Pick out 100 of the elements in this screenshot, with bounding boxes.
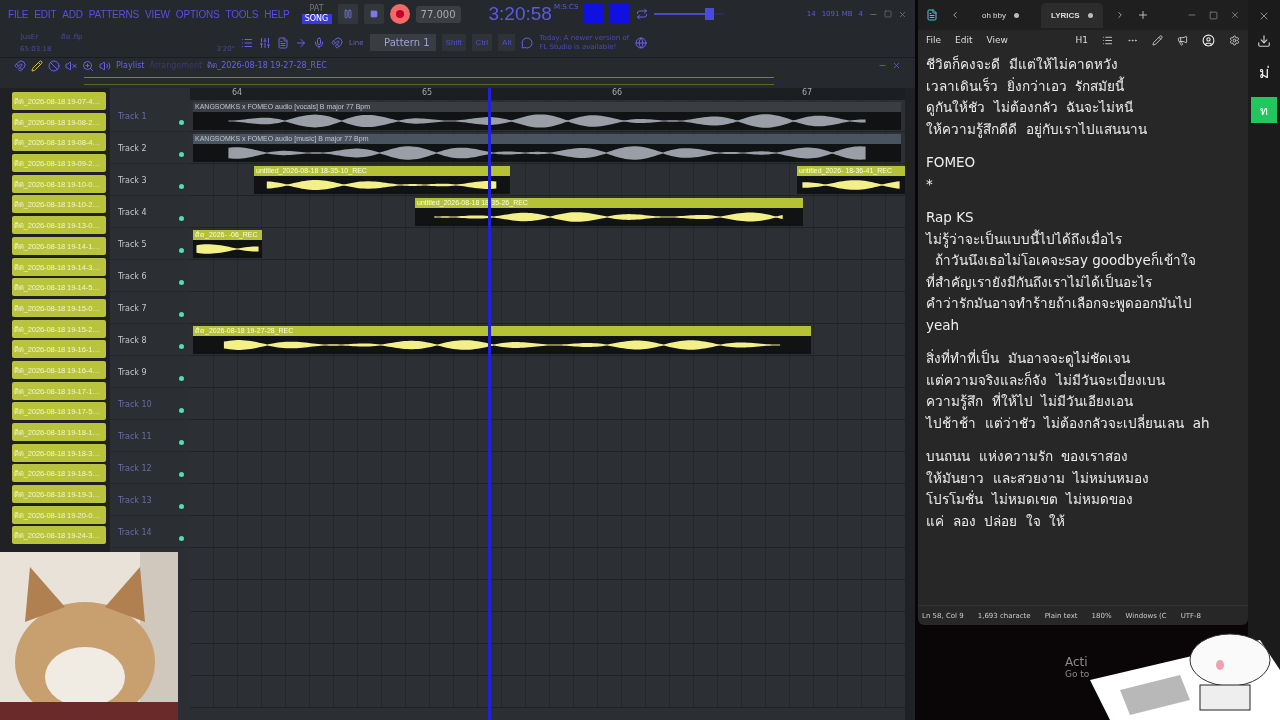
track-dot[interactable]	[179, 344, 184, 349]
menu-item[interactable]: VIEW	[145, 8, 170, 20]
track-label[interactable]: Track 12	[118, 464, 152, 473]
menu-item[interactable]: TOOLS	[225, 8, 259, 20]
menu-item[interactable]: HELP	[264, 8, 290, 20]
track-label[interactable]: Track 13	[118, 496, 152, 505]
track-dot[interactable]	[179, 312, 184, 317]
track-lane[interactable]	[190, 420, 905, 452]
new-tab-icon[interactable]	[1136, 9, 1149, 21]
timeline-ruler[interactable]: 64 65 66 67	[190, 88, 905, 100]
track-label[interactable]: Track 7	[118, 304, 147, 313]
microphone-icon[interactable]	[313, 36, 325, 49]
track-label[interactable]: Track 5	[118, 240, 147, 249]
menu-item[interactable]: EDIT	[34, 8, 57, 20]
track-label[interactable]: Track 2	[118, 144, 147, 153]
track-lane[interactable]	[190, 548, 905, 580]
track-label[interactable]: Track 6	[118, 272, 147, 281]
track-label[interactable]: Track 9	[118, 368, 147, 377]
track-dot[interactable]	[179, 216, 184, 221]
close-icon[interactable]	[1258, 10, 1270, 22]
track-dot[interactable]	[179, 376, 184, 381]
stop-button[interactable]	[363, 4, 384, 25]
settings-icon[interactable]	[1229, 34, 1240, 46]
magnet-icon[interactable]	[331, 36, 343, 49]
track-dot[interactable]	[179, 120, 184, 125]
mixer-icon[interactable]	[259, 36, 271, 49]
track-lane[interactable]	[190, 580, 905, 612]
volume-slider[interactable]	[654, 8, 725, 21]
track-dot[interactable]	[179, 280, 184, 285]
close-icon[interactable]	[892, 61, 901, 70]
modifier-button[interactable]: Shift	[441, 34, 466, 52]
pen-icon[interactable]	[1152, 34, 1163, 46]
track-label[interactable]: Track 1	[118, 112, 147, 121]
track-dot[interactable]	[179, 184, 184, 189]
maximize-icon[interactable]	[884, 10, 892, 19]
speaker-icon[interactable]	[99, 59, 111, 72]
track-dot[interactable]	[179, 440, 184, 445]
lyric-line: ให้มันยาว และสวยงาม ไม่หม่นหมอง	[926, 468, 1151, 488]
track-label[interactable]: Track 8	[118, 336, 147, 345]
menu-item[interactable]: ADD	[62, 8, 83, 20]
close-icon[interactable]	[1230, 10, 1240, 20]
record-button[interactable]	[389, 4, 410, 25]
zoom-icon[interactable]	[82, 59, 94, 72]
track-dot[interactable]	[179, 504, 184, 509]
close-icon[interactable]	[898, 9, 907, 19]
menu-item[interactable]: OPTIONS	[175, 8, 220, 20]
action-button[interactable]: ท	[1251, 97, 1277, 123]
list-icon[interactable]	[1102, 34, 1113, 46]
megaphone-icon[interactable]	[1177, 34, 1188, 46]
menu-item[interactable]: PATTERNS	[88, 8, 140, 20]
track-lane[interactable]	[190, 484, 905, 516]
menu-item[interactable]: Edit	[955, 35, 973, 45]
track-lane[interactable]	[190, 516, 905, 548]
track-dot[interactable]	[179, 472, 184, 477]
track-label[interactable]: Track 3	[118, 176, 147, 185]
arrangement-label[interactable]: Arrangement	[149, 61, 203, 70]
download-icon[interactable]	[1257, 34, 1271, 48]
mode-toggle[interactable]: PAT	[301, 4, 332, 15]
notepad-tab[interactable]: oh bby	[972, 2, 1030, 28]
track-dot[interactable]	[179, 536, 184, 541]
menu-item[interactable]: View	[986, 35, 1008, 45]
scroll-left-icon[interactable]	[950, 10, 960, 20]
track-dot[interactable]	[179, 152, 184, 157]
loop-icon[interactable]	[636, 8, 649, 21]
track-lane[interactable]	[190, 356, 905, 388]
modifier-button[interactable]: Alt	[498, 34, 516, 52]
pause-button[interactable]	[337, 4, 358, 25]
pattern-select[interactable]: Pattern 1	[369, 34, 436, 52]
menu-item[interactable]: FILE	[8, 8, 29, 20]
track-label[interactable]: Track 14	[118, 528, 152, 537]
modifier-button[interactable]: Ctrl	[471, 34, 493, 52]
heading-select[interactable]: H1	[1075, 35, 1088, 45]
panel-toggle[interactable]	[584, 4, 605, 25]
scrollbar[interactable]	[905, 88, 915, 720]
tempo-display[interactable]: 77.000	[415, 5, 461, 23]
track-label[interactable]: Track 10	[118, 400, 152, 409]
panel-toggle[interactable]	[610, 4, 631, 25]
track-lane[interactable]	[190, 676, 905, 708]
track-lane[interactable]	[190, 260, 905, 292]
track-lane[interactable]	[190, 452, 905, 484]
lyric-line: สิ่งที่ทำที่เป็น มันอาจจะดูไม่ชัดเจน	[926, 348, 1131, 369]
pencil-icon[interactable]	[31, 59, 43, 72]
track-dot[interactable]	[179, 408, 184, 413]
magnet-icon[interactable]	[14, 59, 26, 72]
menu-item[interactable]: File	[926, 35, 942, 45]
avatar-icon[interactable]	[1202, 33, 1215, 47]
speech-bubble-icon[interactable]	[521, 36, 534, 49]
track-lane[interactable]	[190, 292, 905, 324]
track-lane[interactable]	[190, 388, 905, 420]
track-lane[interactable]	[190, 612, 905, 644]
notepad-tab[interactable]: LYRICS	[1041, 2, 1103, 28]
song-overview[interactable]	[84, 76, 774, 85]
arrow-icon[interactable]	[295, 36, 307, 49]
track-dot[interactable]	[179, 248, 184, 253]
track-lane[interactable]	[190, 644, 905, 676]
track-label[interactable]: Track 11	[118, 432, 152, 441]
maximize-icon[interactable]	[1209, 10, 1218, 20]
track-label[interactable]: Track 4	[118, 208, 147, 217]
globe-icon[interactable]	[635, 36, 648, 49]
mode-toggle[interactable]: SONG	[301, 14, 332, 25]
